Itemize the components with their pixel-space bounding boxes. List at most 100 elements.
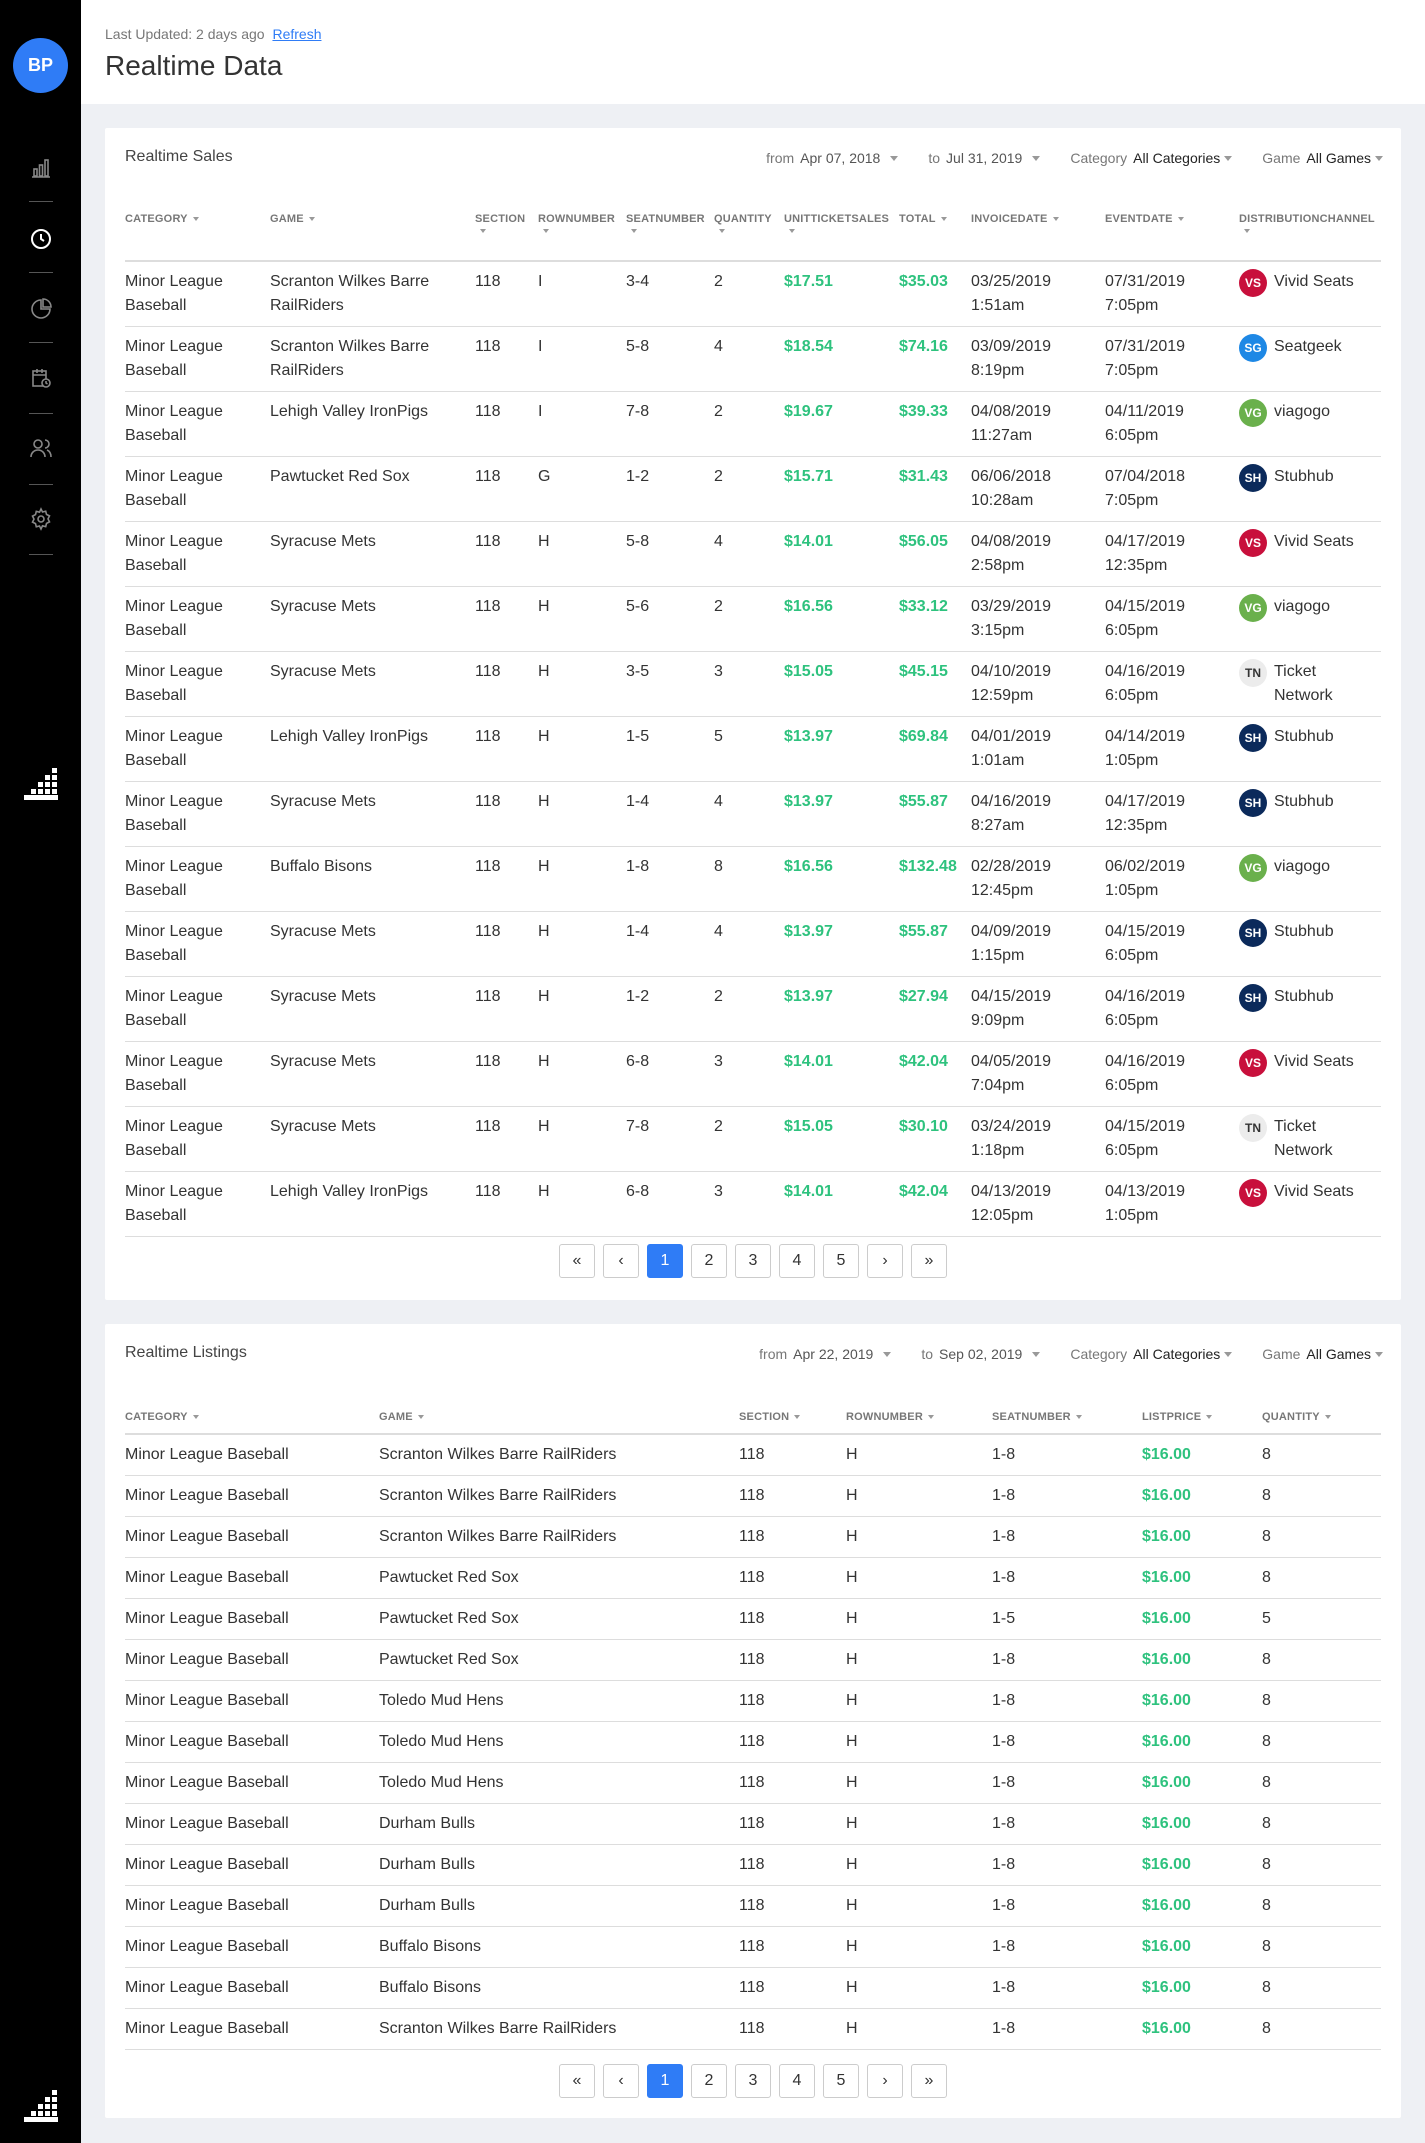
first-page-button[interactable]: «	[559, 2064, 595, 2098]
gear-icon[interactable]	[27, 505, 55, 533]
column-header[interactable]: GAME	[270, 204, 475, 262]
table-cell: 8	[1262, 1721, 1381, 1763]
sort-caret-icon	[719, 229, 725, 234]
table-row[interactable]: Minor League Baseball Pawtucket Red Sox 11…	[125, 1639, 1381, 1681]
page-button[interactable]: 1	[647, 1244, 683, 1278]
table-row[interactable]: Minor League Baseball Buffalo Bisons 118 H 1…	[125, 1967, 1381, 2009]
prev-page-button[interactable]: ‹	[603, 2064, 639, 2098]
page-button[interactable]: 4	[779, 1244, 815, 1278]
column-header[interactable]: ROWNUMBER	[846, 1400, 992, 1435]
channel: VG viagogo	[1239, 398, 1377, 427]
to-date-filter[interactable]: to Jul 31, 2019	[928, 150, 1041, 166]
table-row[interactable]: Minor League Baseball Syracuse Mets 118 H 5-…	[125, 586, 1381, 652]
next-page-button[interactable]: ›	[867, 1244, 903, 1278]
first-page-button[interactable]: «	[559, 1244, 595, 1278]
table-row[interactable]: Minor League Baseball Toledo Mud Hens 118 H…	[125, 1721, 1381, 1763]
column-header[interactable]: TOTAL	[899, 204, 971, 262]
page-button[interactable]: 2	[691, 1244, 727, 1278]
page-button[interactable]: 3	[735, 2064, 771, 2098]
calendar-icon[interactable]	[27, 364, 55, 392]
table-row[interactable]: Minor League Baseball Scranton Wilkes Bar…	[125, 326, 1381, 392]
table-row[interactable]: Minor League Baseball Syracuse Mets 118 H 1-…	[125, 911, 1381, 977]
table-row[interactable]: Minor League Baseball Toledo Mud Hens 118 H…	[125, 1762, 1381, 1804]
table-cell: Scranton Wilkes Barre RailRiders	[379, 2008, 739, 2050]
last-page-button[interactable]: »	[911, 2064, 947, 2098]
column-header[interactable]: INVOICEDATE	[971, 204, 1105, 262]
table-row[interactable]: Minor League Baseball Scranton Wilkes Bar…	[125, 1475, 1381, 1517]
column-header[interactable]: QUANTITY	[1262, 1400, 1381, 1435]
table-cell: Minor League Baseball	[125, 781, 270, 847]
column-header[interactable]: SECTION	[475, 204, 538, 262]
prev-page-button[interactable]: ‹	[603, 1244, 639, 1278]
table-cell: 118	[739, 1516, 846, 1558]
column-header[interactable]: CATEGORY	[125, 1400, 379, 1435]
column-header[interactable]: QUANTITY	[714, 204, 784, 262]
table-row[interactable]: Minor League Baseball Syracuse Mets 118 H 3-…	[125, 651, 1381, 717]
page-button[interactable]: 2	[691, 2064, 727, 2098]
column-header[interactable]: EVENTDATE	[1105, 204, 1239, 262]
table-cell: 118	[475, 846, 538, 912]
table-cell: 118	[739, 1762, 846, 1804]
table-row[interactable]: Minor League Baseball Syracuse Mets 118 H 1-…	[125, 781, 1381, 847]
table-row[interactable]: Minor League Baseball Toledo Mud Hens 118 H…	[125, 1680, 1381, 1722]
category-filter[interactable]: Category All Categories	[1070, 150, 1233, 166]
table-row[interactable]: Minor League Baseball Syracuse Mets 118 H 5-…	[125, 521, 1381, 587]
page-button[interactable]: 4	[779, 2064, 815, 2098]
from-date-filter[interactable]: from Apr 22, 2019	[759, 1346, 892, 1362]
column-header[interactable]: SEATNUMBER	[992, 1400, 1142, 1435]
table-row[interactable]: Minor League Baseball Syracuse Mets 118 H 1-…	[125, 976, 1381, 1042]
table-cell: 5-8	[626, 326, 714, 392]
table-row[interactable]: Minor League Baseball Syracuse Mets 118 H 7-…	[125, 1106, 1381, 1172]
table-row[interactable]: Minor League Baseball Pawtucket Red Sox 11…	[125, 1598, 1381, 1640]
game-filter[interactable]: Game All Games	[1262, 150, 1383, 166]
table-row[interactable]: Minor League Baseball Buffalo Bisons 118 H 1…	[125, 846, 1381, 912]
clock-icon[interactable]	[27, 225, 55, 253]
column-header[interactable]: GAME	[379, 1400, 739, 1435]
table-cell: 118	[475, 521, 538, 587]
next-page-button[interactable]: ›	[867, 2064, 903, 2098]
table-row[interactable]: Minor League Baseball Scranton Wilkes Bar…	[125, 1516, 1381, 1558]
table-row[interactable]: Minor League Baseball Pawtucket Red Sox 11…	[125, 456, 1381, 522]
table-row[interactable]: Minor League Baseball Durham Bulls 118 H 1-8…	[125, 1803, 1381, 1845]
table-cell: Minor League Baseball	[125, 1844, 379, 1886]
game-filter[interactable]: Game All Games	[1262, 1346, 1383, 1362]
column-header[interactable]: DISTRIBUTIONCHANNEL	[1239, 204, 1381, 262]
table-row[interactable]: Minor League Baseball Lehigh Valley IronP…	[125, 391, 1381, 457]
table-row[interactable]: Minor League Baseball Buffalo Bisons 118 H 1…	[125, 1926, 1381, 1968]
page-button[interactable]: 3	[735, 1244, 771, 1278]
table-cell: 118	[475, 326, 538, 392]
column-header[interactable]: UNITTICKETSALES	[784, 204, 899, 262]
column-header[interactable]: SEATNUMBER	[626, 204, 714, 262]
table-cell: 8	[1262, 1680, 1381, 1722]
table-cell: $16.00	[1142, 1516, 1262, 1558]
from-date-filter[interactable]: from Apr 07, 2018	[766, 150, 899, 166]
column-header[interactable]: LISTPRICE	[1142, 1400, 1262, 1435]
table-row[interactable]: Minor League Baseball Durham Bulls 118 H 1-8…	[125, 1885, 1381, 1927]
table-row[interactable]: Minor League Baseball Syracuse Mets 118 H 6-…	[125, 1041, 1381, 1107]
avatar[interactable]: BP	[13, 38, 68, 93]
table-row[interactable]: Minor League Baseball Lehigh Valley IronP…	[125, 1171, 1381, 1237]
column-header[interactable]: ROWNUMBER	[538, 204, 626, 262]
column-header[interactable]: CATEGORY	[125, 204, 270, 262]
table-row[interactable]: Minor League Baseball Scranton Wilkes Bar…	[125, 1434, 1381, 1476]
table-row[interactable]: Minor League Baseball Lehigh Valley IronP…	[125, 716, 1381, 782]
category-filter[interactable]: Category All Categories	[1070, 1346, 1233, 1362]
page-button[interactable]: 5	[823, 2064, 859, 2098]
to-date-filter[interactable]: to Sep 02, 2019	[921, 1346, 1041, 1362]
column-header[interactable]: SECTION	[739, 1400, 846, 1435]
pie-chart-icon[interactable]	[27, 295, 55, 323]
table-row[interactable]: Minor League Baseball Scranton Wilkes Bar…	[125, 2008, 1381, 2050]
table-row[interactable]: Minor League Baseball Scranton Wilkes Bar…	[125, 261, 1381, 327]
table-cell: H	[846, 1803, 992, 1845]
table-row[interactable]: Minor League Baseball Durham Bulls 118 H 1-8…	[125, 1844, 1381, 1886]
page-button[interactable]: 5	[823, 1244, 859, 1278]
table-row[interactable]: Minor League Baseball Pawtucket Red Sox 11…	[125, 1557, 1381, 1599]
channel-name: viagogo	[1274, 857, 1331, 875]
page-button[interactable]: 1	[647, 2064, 683, 2098]
refresh-link[interactable]: Refresh	[272, 26, 321, 42]
caret-down-icon	[1375, 155, 1383, 161]
users-icon[interactable]	[27, 434, 55, 462]
bar-chart-icon[interactable]	[27, 154, 55, 182]
table-cell: Pawtucket Red Sox	[379, 1639, 739, 1681]
last-page-button[interactable]: »	[911, 1244, 947, 1278]
